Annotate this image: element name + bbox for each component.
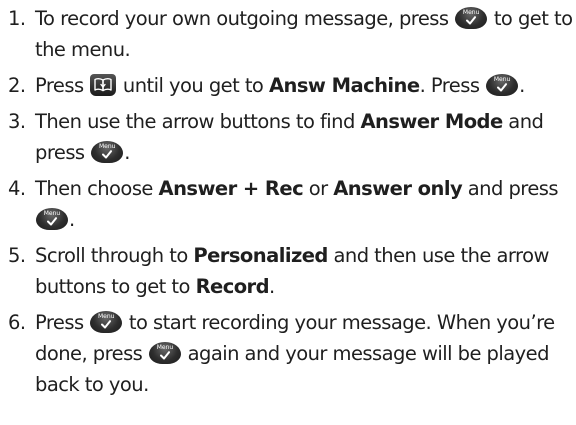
menu-option-label: Answer only bbox=[333, 177, 463, 200]
step-text: To record your own outgoing message, pre… bbox=[35, 7, 449, 30]
step-text: . bbox=[124, 141, 130, 164]
step-text: . bbox=[69, 208, 75, 231]
menu-option-label: Personalized bbox=[193, 244, 328, 267]
menu-ok-key-icon: Menu bbox=[455, 7, 488, 29]
menu-option-label: Answer + Rec bbox=[158, 177, 304, 200]
phonebook-key-icon bbox=[90, 74, 117, 96]
menu-option-label: Record bbox=[195, 275, 270, 298]
step-text: Press bbox=[35, 74, 84, 97]
menu-ok-key-icon: Menu bbox=[36, 208, 68, 230]
step-4: 4. Then choose Answer + Rec or Answer on… bbox=[8, 173, 574, 235]
menu-ok-key-icon: Menu bbox=[91, 141, 124, 163]
step-text: until you get to bbox=[122, 74, 264, 97]
step-number: 6. bbox=[8, 311, 26, 334]
step-3: 3. Then use the arrow buttons to find An… bbox=[8, 106, 574, 168]
step-2: 2. Press until you get to Answ Machine. … bbox=[8, 70, 574, 101]
menu-option-label: Answ Machine bbox=[268, 74, 420, 97]
step-text: and press bbox=[467, 177, 559, 200]
step-number: 4. bbox=[8, 177, 26, 200]
step-number: 2. bbox=[8, 74, 26, 97]
step-text: . bbox=[269, 275, 275, 298]
step-number: 3. bbox=[8, 110, 26, 133]
step-number: 5. bbox=[8, 244, 26, 267]
step-text: . bbox=[519, 74, 525, 97]
menu-ok-key-icon: Menu bbox=[148, 342, 181, 364]
step-text: or bbox=[308, 177, 328, 200]
step-text: Press bbox=[35, 311, 84, 334]
step-6: 6. Press Menu to start recording your me… bbox=[8, 307, 574, 400]
menu-option-label: Answer Mode bbox=[360, 110, 503, 133]
instructions-document: 1. To record your own outgoing message, … bbox=[0, 0, 576, 425]
step-text: Then choose bbox=[35, 177, 153, 200]
step-5: 5. Scroll through to Personalized and th… bbox=[8, 240, 574, 302]
step-text: Then use the arrow buttons to find bbox=[35, 110, 355, 133]
menu-ok-key-icon: Menu bbox=[90, 311, 123, 333]
step-number: 1. bbox=[8, 7, 26, 30]
menu-ok-key-icon: Menu bbox=[486, 74, 519, 96]
step-text: . Press bbox=[419, 74, 480, 97]
steps-list: 1. To record your own outgoing message, … bbox=[8, 3, 574, 400]
step-text: Scroll through to bbox=[35, 244, 188, 267]
step-1: 1. To record your own outgoing message, … bbox=[8, 3, 574, 65]
